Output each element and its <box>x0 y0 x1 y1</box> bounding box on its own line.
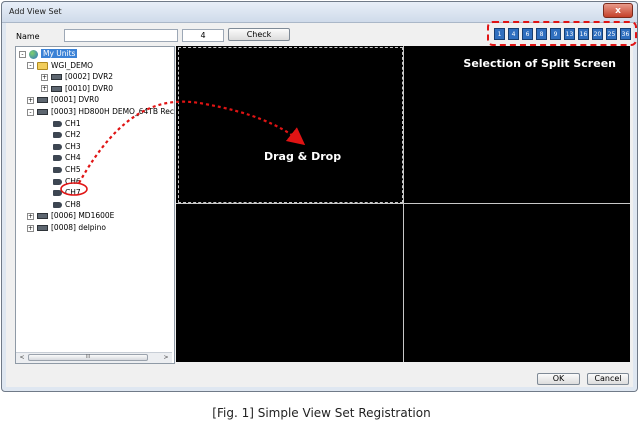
split-1-button[interactable]: 1 <box>494 28 505 40</box>
split-divider-horizontal <box>176 203 630 204</box>
name-input[interactable] <box>64 29 178 42</box>
cancel-button[interactable]: Cancel <box>587 373 629 385</box>
dvr-icon <box>37 225 48 231</box>
tree-item-label: CH5 <box>65 165 81 174</box>
split-4-button[interactable]: 4 <box>508 28 519 40</box>
split-16-button[interactable]: 16 <box>578 28 589 40</box>
split-cell-top-left[interactable] <box>178 47 403 203</box>
ok-button[interactable]: OK <box>537 373 580 385</box>
tree-item-label: CH7 <box>65 188 81 198</box>
tree-item-label: CH3 <box>65 141 81 151</box>
camera-icon <box>53 143 62 150</box>
scroll-right-arrow-icon[interactable]: > <box>161 354 171 362</box>
tree-horizontal-scrollbar[interactable]: < III > <box>16 352 172 363</box>
collapse-icon[interactable]: - <box>27 108 34 116</box>
expand-icon[interactable]: + <box>27 224 34 232</box>
folder-icon <box>37 61 48 70</box>
dvr-icon <box>37 97 48 104</box>
tree-item[interactable]: CH5 <box>53 164 81 175</box>
tree-item[interactable]: CH3 <box>53 141 81 152</box>
unit-tree[interactable]: - My Units - WGI_DEMO + [0002] DVR2 + [0010] DV… <box>15 46 175 364</box>
camera-icon <box>53 167 62 173</box>
split-25-button[interactable]: 25 <box>606 28 617 40</box>
split-36-button[interactable]: 36 <box>620 28 631 40</box>
split-9-button[interactable]: 9 <box>550 28 561 40</box>
dvr-icon <box>37 213 48 220</box>
tree-item-label: [0008] delpino <box>51 223 106 232</box>
tree-item-label: [0006] MD1600E <box>51 211 115 221</box>
scroll-thumb[interactable]: III <box>28 354 148 361</box>
expand-icon[interactable]: + <box>41 73 48 81</box>
split-8-button[interactable]: 8 <box>536 28 547 40</box>
tree-item[interactable]: CH6 <box>53 176 81 187</box>
camera-icon <box>53 132 62 139</box>
tree-item[interactable]: + [0008] delpino <box>27 222 106 233</box>
tree-item[interactable]: CH7 <box>53 187 81 198</box>
tree-item-label: WGI_DEMO <box>51 60 94 70</box>
tree-item-label: CH6 <box>65 176 81 186</box>
count-input[interactable]: 4 <box>182 29 224 42</box>
tree-item[interactable]: + [0006] MD1600E <box>27 210 114 221</box>
view-layout-area[interactable]: Selection of Split Screen Drag & Drop <box>176 46 630 362</box>
close-button[interactable]: x <box>603 3 633 18</box>
camera-icon <box>53 120 62 127</box>
tree-item-label: [0010] DVR0 <box>65 83 114 93</box>
tree-item[interactable]: - [0003] HD800H DEMO_64TB Rec <box>27 106 174 117</box>
expand-icon[interactable]: + <box>27 212 34 220</box>
tree-item-label: My Units <box>41 49 78 58</box>
tree-item-label: [0003] HD800H DEMO_64TB Rec <box>51 107 174 116</box>
split-screen-buttons: 1 4 6 8 9 13 16 20 25 36 <box>487 21 637 46</box>
split-divider-vertical <box>403 46 404 362</box>
tree-item[interactable]: CH1 <box>53 118 81 129</box>
title-bar: Add View Set x <box>2 2 637 23</box>
camera-icon <box>53 201 62 208</box>
split-13-button[interactable]: 13 <box>564 28 575 40</box>
expand-icon[interactable]: + <box>41 85 48 93</box>
split-screen-callout: Selection of Split Screen <box>463 57 616 70</box>
camera-icon <box>53 190 62 197</box>
dvr-icon <box>51 85 62 92</box>
tree-item[interactable]: + [0002] DVR2 <box>41 71 113 82</box>
globe-icon <box>29 49 38 59</box>
tree-item[interactable]: CH2 <box>53 129 81 140</box>
dialog-body: Name 4 Check 1 4 6 8 9 13 16 20 25 36 - My Units - W… <box>6 21 637 387</box>
add-view-set-dialog: Add View Set x Name 4 Check 1 4 6 8 9 13 16 20 2… <box>1 1 638 392</box>
camera-icon <box>53 178 62 185</box>
collapse-icon[interactable]: - <box>27 62 34 70</box>
tree-item[interactable]: + [0001] DVR0 <box>27 94 99 105</box>
split-20-button[interactable]: 20 <box>592 28 603 40</box>
tree-item-label: CH4 <box>65 153 81 163</box>
tree-item[interactable]: CH4 <box>53 152 81 163</box>
tree-item[interactable]: - WGI_DEMO <box>27 60 93 71</box>
tree-item[interactable]: - My Units <box>19 48 78 59</box>
scroll-left-arrow-icon[interactable]: < <box>17 354 27 362</box>
drag-drop-callout: Drag & Drop <box>264 150 342 163</box>
camera-icon <box>53 155 62 162</box>
tree-item-label: CH1 <box>65 118 81 128</box>
name-label: Name <box>16 32 40 41</box>
tree-item-label: [0002] DVR2 <box>65 72 114 82</box>
tree-item[interactable]: CH8 <box>53 199 81 210</box>
tree-item-label: CH8 <box>65 199 81 209</box>
tree-item[interactable]: + [0010] DVR0 <box>41 83 113 94</box>
check-button[interactable]: Check <box>228 28 290 41</box>
tree-item-label: CH2 <box>65 130 81 140</box>
dvr-icon <box>37 109 48 115</box>
split-6-button[interactable]: 6 <box>522 28 533 40</box>
collapse-icon[interactable]: - <box>19 50 26 58</box>
dvr-icon <box>51 74 62 81</box>
tree-item-label: [0001] DVR0 <box>51 95 100 105</box>
figure-caption: [Fig. 1] Simple View Set Registration <box>212 406 431 420</box>
expand-icon[interactable]: + <box>27 96 34 104</box>
window-title: Add View Set <box>9 7 62 16</box>
